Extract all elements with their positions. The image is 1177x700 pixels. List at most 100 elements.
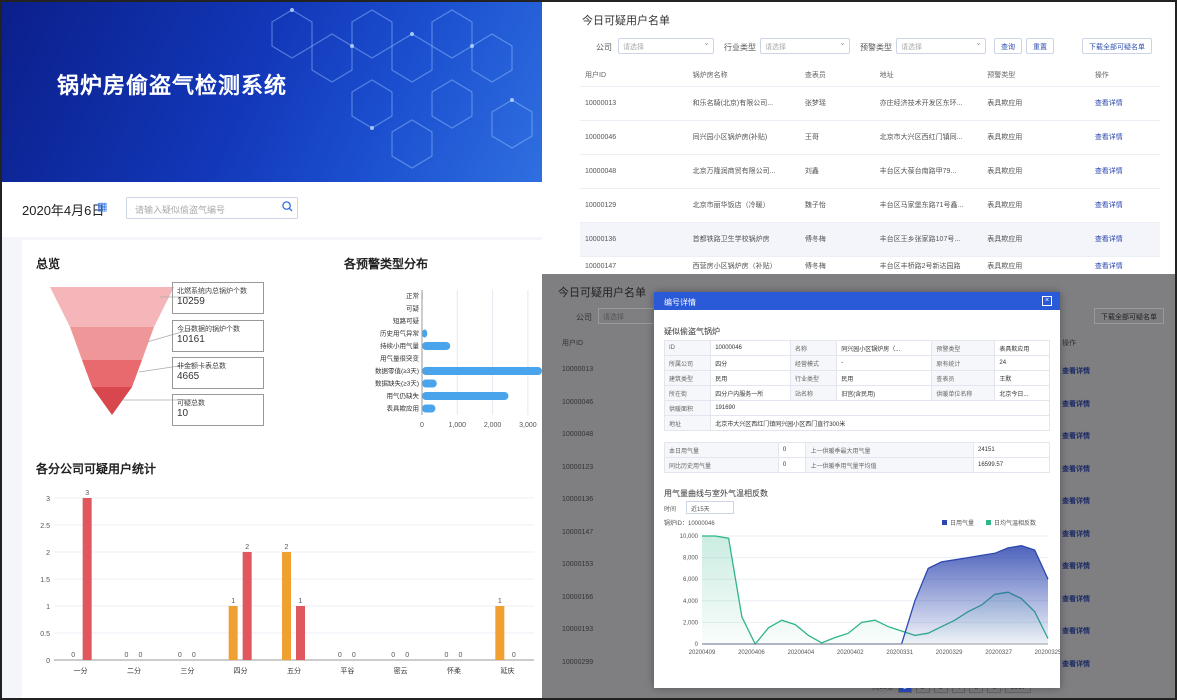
data-label: 1 — [498, 598, 502, 605]
cell-address: 丰台区王乡张家路107号... — [874, 221, 983, 256]
overview-item: 非金额卡表总数 4665 — [172, 357, 264, 389]
dimmed-column-id: 用户ID — [562, 340, 583, 347]
stats-key: 同比历史用气量 — [664, 457, 779, 473]
data-label: 0 — [459, 652, 463, 659]
company-filter-label: 公司 — [596, 43, 612, 52]
x-tick-label: 20200409 — [689, 650, 716, 656]
y-tick-label: 8,000 — [683, 556, 699, 562]
bar — [422, 392, 509, 400]
cell-id: 10000046 — [580, 119, 688, 154]
bar — [82, 498, 92, 660]
overview-item-value: 4665 — [177, 371, 200, 382]
info-key: ID — [663, 340, 712, 356]
x-tick-label: 2,000 — [484, 422, 502, 429]
x-tick-label: 0 — [420, 422, 424, 429]
dashboard-panel: 2020年4月6日 ▦ 请输入疑似偷盗气编号 总览 北燃系统内总锅炉个数 102… — [2, 182, 542, 698]
view-details-link[interactable]: 查看详情 — [1089, 85, 1160, 120]
query-button[interactable]: 查询 — [994, 38, 1022, 54]
info-key: 所在街 — [663, 385, 712, 401]
cell-reader: 张梦瑶 — [799, 85, 875, 120]
line-chart-title: 用气量曲线与室外气温相反数 — [664, 489, 768, 498]
data-label: 0 — [512, 652, 516, 659]
info-key: 名称 — [789, 340, 838, 356]
table-row: 10000013 和乐名騎(北京)有限公司... 张梦瑶 亦庄经济技术开发区东环… — [580, 85, 1160, 120]
x-tick-label: 20200406 — [738, 650, 765, 656]
view-details-link[interactable]: 查看详情 — [1089, 255, 1160, 276]
dimmed-row-id: 10000123 — [562, 463, 594, 471]
y-tick-label: 10,000 — [680, 534, 699, 540]
category-label: 表具欺应用 — [387, 404, 420, 413]
data-label: 1 — [231, 598, 235, 605]
cell-type: 表具欺应用 — [982, 119, 1090, 154]
info-value: 旧宫(含民用) — [836, 385, 933, 401]
dimmed-view-details-link: 查看详情 — [1062, 400, 1090, 408]
cell-reader: 傅冬梅 — [799, 255, 875, 276]
column-header: 查表员 — [804, 71, 826, 79]
industry-select[interactable]: 请选择 — [760, 38, 850, 54]
stats-key: 上一供暖季最大用气量 — [805, 442, 974, 458]
view-details-link[interactable]: 查看详情 — [1089, 187, 1160, 222]
search-input[interactable]: 请输入疑似偷盗气编号 — [126, 197, 298, 219]
info-value: 四分 — [710, 355, 791, 371]
data-label: 0 — [352, 652, 356, 659]
cell-name: 北京市丽华饭店（冷暖） — [687, 187, 800, 222]
company-chart-title: 各分公司可疑用户统计 — [36, 462, 157, 476]
cell-id: 10000136 — [580, 221, 688, 256]
category-label: 密云 — [394, 666, 408, 675]
table-row: 10000129 北京市丽华饭店（冷暖） 魏子怡 丰台区马家堡东路71号鑫...… — [580, 187, 1160, 222]
dimmed-row-id: 10000013 — [562, 366, 594, 373]
y-tick-label: 1.5 — [40, 577, 50, 584]
x-tick-label: 3,000 — [519, 422, 537, 429]
overview-item-label: 今日数据的锅炉个数 — [177, 326, 240, 333]
category-label: 数据零值(≥3天) — [375, 366, 419, 375]
alarm-type-chart: 0 1,000 2,000 3,000 正常可疑短路可疑历史用气异常持续小用气量用气量很… — [375, 290, 542, 429]
data-label: 0 — [405, 652, 409, 659]
calendar-icon[interactable]: ▦ — [97, 200, 107, 213]
overview-item-label: 北燃系统内总锅炉个数 — [177, 288, 247, 295]
close-icon[interactable]: × — [1042, 296, 1052, 306]
info-row: 所在街 四分户内服务一所 站名称 旧宫(含民用) 供暖单位名称 北京今日... — [663, 385, 1050, 401]
cell-type: 表具欺应用 — [982, 153, 1090, 188]
reset-button[interactable]: 重置 — [1026, 38, 1054, 54]
x-tick-label: 1,000 — [449, 422, 467, 429]
x-tick-label: 20200404 — [788, 650, 815, 656]
range-select[interactable]: 近15天 — [686, 501, 734, 514]
company-select[interactable]: 请选择 — [618, 38, 714, 54]
info-key: 站名称 — [789, 385, 838, 401]
modal-subtitle: 疑似偷盗气锅炉 — [664, 327, 720, 336]
stats-value: 0 — [777, 442, 807, 458]
info-row: 所属公司 四分 经营模式 - 原有统计 24 — [663, 355, 1050, 371]
legend-swatch — [942, 520, 947, 525]
info-key: 供暖面积 — [663, 400, 712, 416]
detail-modal: 编号详情 × 疑似偷盗气锅炉 ID 10000046 名称 同兴园小区锅炉房（... 预… — [654, 292, 1060, 688]
y-tick-label: 1 — [46, 604, 50, 611]
info-key: 原有统计 — [931, 355, 996, 371]
dimmed-view-details-link: 查看详情 — [1062, 498, 1090, 505]
stats-card: 总览 北燃系统内总锅炉个数 10259 今日数据的锅炉个数 10161 非金额卡… — [22, 240, 542, 698]
suspect-list-title: 今日可疑用户名单 — [582, 15, 670, 27]
info-value: 民用 — [710, 370, 791, 386]
info-row: 供暖面积 191690 — [663, 400, 1050, 416]
table-row: 10000046 同兴园小区锅炉房(补贴) 王哥 北京市大兴区西红门镇同... … — [580, 119, 1160, 154]
search-icon[interactable] — [282, 201, 293, 212]
column-header: 用户ID — [585, 71, 606, 79]
bar — [228, 606, 238, 660]
legend-item: 日用气量 — [942, 518, 974, 527]
info-value: 北京今日... — [994, 385, 1050, 401]
bar — [422, 404, 436, 413]
category-label: 平谷 — [340, 666, 354, 675]
dimmed-company-select: 请选择 — [598, 308, 658, 324]
view-details-link[interactable]: 查看详情 — [1089, 221, 1160, 256]
download-button[interactable]: 下载全部可疑名单 — [1082, 38, 1152, 54]
overview-title: 总览 — [36, 257, 61, 271]
warning-select[interactable]: 请选择 — [896, 38, 986, 54]
category-label: 持续小用气量 — [380, 341, 420, 350]
view-details-link[interactable]: 查看详情 — [1089, 153, 1160, 188]
y-tick-label: 6,000 — [683, 577, 699, 583]
info-value: 民用 — [836, 370, 933, 386]
info-value: 四分户内服务一所 — [710, 385, 791, 401]
info-value: 表具欺应用 — [994, 340, 1050, 356]
cell-reader: 傅冬梅 — [799, 221, 875, 256]
data-label: 0 — [445, 652, 449, 659]
view-details-link[interactable]: 查看详情 — [1089, 119, 1160, 154]
